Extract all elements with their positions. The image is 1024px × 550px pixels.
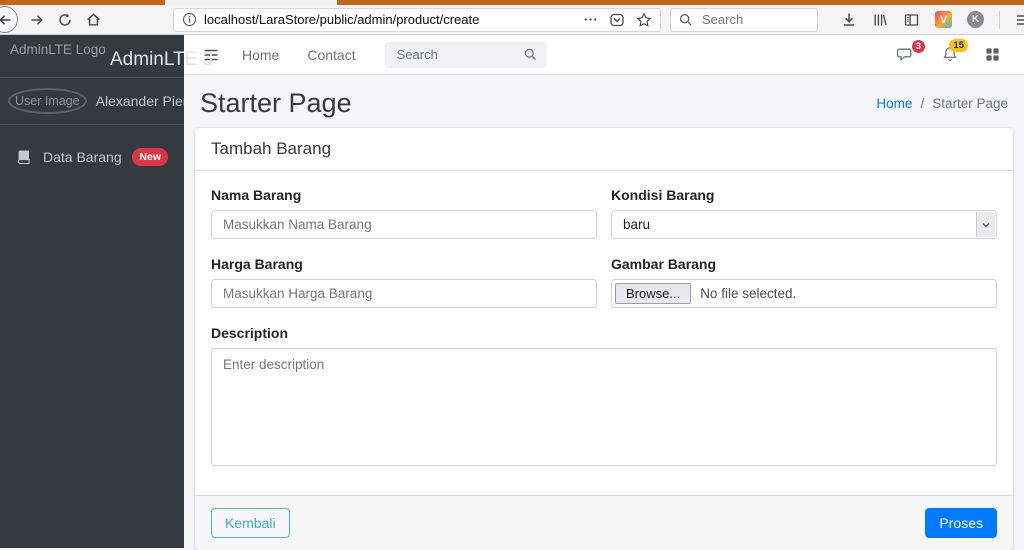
page-title: Starter Page [200, 88, 352, 118]
chevron-down-icon [982, 222, 990, 227]
book-icon [17, 150, 30, 165]
search-icon [679, 13, 692, 26]
site-info-icon[interactable] [182, 12, 197, 27]
menu-hamburger-icon[interactable] [1015, 12, 1024, 28]
content-wrapper: Home Contact 3 15 Starter Page [184, 35, 1024, 550]
forward-arrow-icon [31, 14, 43, 25]
field-nama-barang: Nama Barang [211, 187, 597, 239]
description-label: Description [211, 325, 289, 341]
gambar-file-input[interactable]: Browse... No file selected. [611, 279, 997, 308]
navbar-search-icon[interactable] [524, 48, 537, 61]
browser-search-box[interactable] [670, 7, 818, 32]
extension-v-icon[interactable]: V [935, 11, 952, 28]
field-gambar-barang: Gambar Barang Browse... No file selected… [611, 256, 997, 308]
browser-forward-button[interactable] [29, 12, 45, 28]
active-tab-indicator[interactable] [165, 0, 337, 5]
description-textarea[interactable] [211, 348, 997, 466]
reload-icon [59, 13, 71, 26]
browser-toolbar: localhost/LaraStore/public/admin/product… [0, 5, 1024, 35]
select-dropdown-button[interactable] [976, 212, 995, 237]
profile-k-icon[interactable]: K [967, 11, 984, 28]
extension-v-letter: V [939, 13, 948, 26]
messages-menu[interactable]: 3 [897, 39, 925, 63]
url-bar[interactable]: localhost/LaraStore/public/admin/product… [173, 7, 661, 32]
back-arrow-icon [0, 14, 10, 25]
brand-logo-alt-text: AdminLTE Logo [10, 42, 106, 57]
browser-tab-strip [0, 0, 1024, 5]
browser-home-button[interactable] [85, 11, 102, 28]
nama-barang-label: Nama Barang [211, 187, 302, 203]
brand-title: AdminLTE 3 [110, 49, 214, 70]
library-icon[interactable] [872, 12, 888, 28]
nama-barang-input[interactable] [211, 210, 597, 239]
brand-link[interactable]: AdminLTE Logo AdminLTE 3 [0, 35, 213, 78]
kondisi-barang-select[interactable]: baru [611, 210, 997, 239]
gambar-barang-label: Gambar Barang [611, 256, 717, 272]
sidebar-item-label: Data Barang [43, 149, 122, 165]
downloads-icon[interactable] [841, 12, 857, 28]
user-panel: User Image Alexander Pierce [0, 78, 202, 125]
breadcrumb-separator: / [920, 96, 925, 111]
harga-barang-label: Harga Barang [211, 256, 303, 272]
browser-reload-button[interactable] [57, 12, 73, 28]
kondisi-selected-value: baru [623, 217, 651, 232]
url-text[interactable]: localhost/LaraStore/public/admin/product… [204, 12, 583, 27]
file-status-text: No file selected. [700, 286, 797, 301]
notifications-count-badge: 15 [949, 39, 968, 53]
browser-search-input[interactable] [700, 11, 800, 28]
navbar-search-box[interactable] [384, 41, 547, 68]
sidebar: AdminLTE Logo AdminLTE 3 User Image Alex… [0, 35, 213, 548]
browser-back-button[interactable] [0, 6, 18, 33]
navbar-link-home[interactable]: Home [242, 47, 279, 63]
new-badge: New [132, 148, 168, 166]
messages-count-badge: 3 [911, 39, 925, 53]
breadcrumb: Home / Starter Page [876, 96, 1008, 111]
navbar-search-input[interactable] [394, 46, 524, 63]
field-harga-barang: Harga Barang [211, 256, 597, 308]
field-kondisi-barang: Kondisi Barang baru [611, 187, 997, 239]
card-title: Tambah Barang [195, 128, 1013, 171]
pocket-icon[interactable] [609, 12, 625, 28]
home-icon [87, 13, 100, 26]
harga-barang-input[interactable] [211, 279, 597, 308]
sidebars-icon[interactable] [903, 12, 920, 28]
kembali-button[interactable]: Kembali [211, 508, 290, 538]
sidebar-item-data-barang[interactable]: Data Barang New [8, 139, 176, 175]
field-description: Description [211, 325, 997, 469]
top-navbar: Home Contact 3 15 [184, 35, 1024, 75]
grid-control-icon[interactable] [985, 47, 1000, 62]
proses-button[interactable]: Proses [925, 508, 997, 538]
card-footer: Kembali Proses [195, 495, 1013, 550]
bookmark-star-icon[interactable] [636, 12, 652, 28]
breadcrumb-current: Starter Page [932, 96, 1008, 111]
notifications-menu[interactable]: 15 [942, 39, 968, 63]
user-avatar-alt-text: User Image [8, 88, 87, 114]
toolbar-separator [999, 10, 1000, 29]
breadcrumb-home-link[interactable]: Home [876, 96, 912, 111]
navbar-link-contact[interactable]: Contact [307, 47, 355, 63]
kondisi-barang-label: Kondisi Barang [611, 187, 715, 203]
form-card: Tambah Barang Nama Barang Kondisi Barang… [195, 128, 1013, 550]
profile-k-letter: K [971, 14, 980, 25]
page-actions-icon[interactable] [583, 12, 598, 27]
browse-button[interactable]: Browse... [615, 283, 692, 304]
